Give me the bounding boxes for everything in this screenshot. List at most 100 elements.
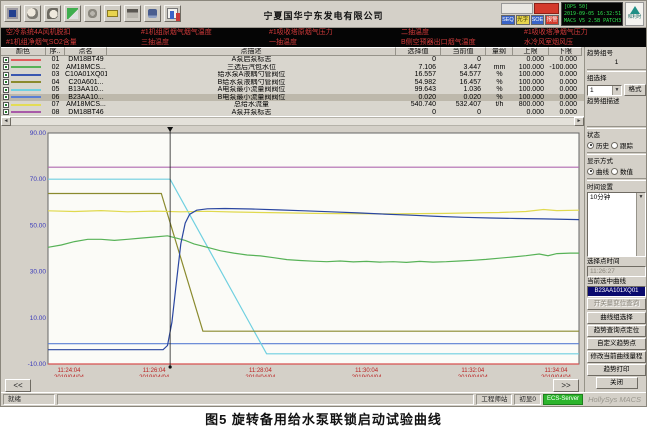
- point-time-label: 选择点时间: [587, 257, 646, 266]
- selected-value: 0: [396, 109, 441, 117]
- status-radio-1[interactable]: 跟踪: [611, 140, 633, 150]
- table-row[interactable]: 08DM18BT46A泵并泵标志000.0000.000: [1, 109, 584, 117]
- column-header[interactable]: 下限: [549, 47, 582, 56]
- column-header[interactable]: 点名: [65, 47, 107, 56]
- x-tick-date: 2019/04/04: [245, 375, 276, 377]
- chevron-down-icon[interactable]: ▼: [612, 86, 621, 95]
- column-header[interactable]: 量纲: [486, 47, 513, 56]
- column-header[interactable]: 选择值: [396, 47, 441, 56]
- curve-color-cell: [1, 57, 46, 63]
- column-header[interactable]: 上限: [513, 47, 549, 56]
- alarm-message[interactable]: #1吸收塔净烟气压力: [524, 28, 646, 38]
- curve-visible-checkbox[interactable]: [3, 94, 9, 100]
- table-row[interactable]: 02AM18MCS...三选后汽包水位7.1063.447mm100.000-1…: [1, 64, 584, 72]
- alarm-message[interactable]: 三抽温度: [141, 38, 269, 48]
- curve-visible-checkbox[interactable]: [3, 102, 9, 108]
- cursor-bottom-marker-icon[interactable]: [169, 365, 172, 368]
- indicator-报警[interactable]: 报警: [545, 15, 559, 25]
- sidebar-action-button[interactable]: 修改当前曲线量程: [587, 351, 646, 363]
- scroll-right-button[interactable]: ►: [574, 117, 584, 126]
- status-radio-group: 历史跟踪: [587, 140, 646, 150]
- alarm-message[interactable]: #1机组净烟气SO2含量: [6, 38, 141, 48]
- status-radio-0[interactable]: 历史: [587, 140, 609, 150]
- column-header[interactable]: 点描述: [107, 47, 396, 56]
- logo-triangle-icon: [630, 6, 640, 14]
- table-row[interactable]: 07AM18MCS...总给水流量540.740532.407t/h800.00…: [1, 101, 584, 109]
- lower-limit: 0.000: [549, 109, 582, 117]
- column-header[interactable]: 当前值: [441, 47, 486, 56]
- figure-page: 宁夏国华宁东发电有限公司 SEQ光字SOE报警 [OPS 50]2019-09-…: [0, 0, 647, 430]
- radio-icon[interactable]: [587, 168, 594, 175]
- trend-chart-svg[interactable]: 90.0070.0050.0030.0010.00-10.0011:24:042…: [19, 127, 582, 377]
- curve-color-swatch: [11, 81, 41, 83]
- x-tick-date: 2019/04/04: [541, 375, 572, 377]
- radio-icon[interactable]: [611, 142, 618, 149]
- table-row[interactable]: 05B13AA10...A电泵最小流量阀阀位99.6431.036%100.00…: [1, 86, 584, 94]
- upper-limit: 800.000: [513, 101, 549, 109]
- selected-value: 540.740: [396, 101, 441, 109]
- table-hscrollbar[interactable]: ◄ ►: [1, 116, 584, 126]
- sidebar-action-button[interactable]: 趋势打印: [587, 364, 646, 376]
- curve-visible-checkbox[interactable]: [3, 79, 9, 85]
- table-row[interactable]: 03C10A01XQ01给水泵A液耦勺管阀位16.55754.577%100.0…: [1, 71, 584, 79]
- curve-visible-checkbox[interactable]: [3, 72, 9, 78]
- digital-change-query-button[interactable]: 开关量变位查询: [587, 298, 646, 310]
- display-radio-1[interactable]: 数值: [611, 166, 633, 176]
- sidebar: 趋势组号 1 组选择 1 ▼ 格式 趋势组描述 状态 历史跟踪 显示方式 曲线数…: [584, 47, 647, 394]
- alarm-message[interactable]: #1机组原烟气烟气温度: [141, 28, 269, 38]
- chevron-down-icon[interactable]: ▼: [636, 193, 645, 256]
- trend-chart[interactable]: 90.0070.0050.0030.0010.00-10.0011:24:042…: [1, 126, 584, 378]
- curve-color-cell: [1, 72, 46, 78]
- curve-visible-checkbox[interactable]: [3, 57, 9, 63]
- column-header[interactable]: 序..: [46, 47, 65, 56]
- close-button[interactable]: 关闭: [596, 377, 638, 389]
- sidebar-action-button[interactable]: 曲线组选择: [587, 312, 646, 324]
- table-row[interactable]: 04C20A601...B给水泵液耦勺管阀位54.98216.457%100.0…: [1, 79, 584, 87]
- indicator-光字[interactable]: 光字: [516, 15, 530, 25]
- scroll-track[interactable]: [11, 117, 574, 126]
- point-description: 给水泵A液耦勺管阀位: [107, 71, 396, 79]
- curve-visible-checkbox[interactable]: [3, 109, 9, 115]
- display-radio-0[interactable]: 曲线: [587, 166, 609, 176]
- current-value: 0: [441, 56, 486, 64]
- page-forward-button[interactable]: >>: [553, 379, 579, 392]
- alarm-banner-indicator[interactable]: [534, 3, 559, 14]
- point-time-input[interactable]: 11:26:27: [587, 266, 646, 277]
- alarm-message[interactable]: 空冷系统4A风机脱扣: [6, 28, 141, 38]
- indicator-SEQ[interactable]: SEQ: [501, 15, 515, 25]
- x-tick-time: 11:26:04: [143, 368, 167, 374]
- group-select-dropdown[interactable]: 1 ▼: [587, 85, 622, 96]
- ready-status: 就绪: [3, 394, 55, 405]
- x-tick-time: 11:32:04: [461, 368, 485, 374]
- point-description: B电泵最小流量阀阀位: [107, 94, 396, 102]
- alarm-message[interactable]: B侧空预器出口烟气温度: [401, 38, 524, 48]
- y-tick-label: 50.00: [30, 222, 47, 229]
- indicator-buttons: SEQ光字SOE报警: [501, 15, 559, 25]
- y-tick-label: 10.00: [30, 315, 47, 322]
- scroll-left-button[interactable]: ◄: [1, 117, 11, 126]
- table-row[interactable]: 06B23AA10...B电泵最小流量阀阀位0.0200.020%100.000…: [1, 94, 584, 102]
- alarm-message[interactable]: 水冷风室烟风压: [524, 38, 646, 48]
- current-curve-label: 当前选中曲线: [587, 277, 646, 286]
- sidebar-action-button[interactable]: 自定义趋势点: [587, 338, 646, 350]
- curve-visible-checkbox[interactable]: [3, 87, 9, 93]
- current-curve-value[interactable]: B23AA101XQ01: [587, 286, 646, 297]
- curve-visible-checkbox[interactable]: [3, 64, 9, 70]
- alarm-message[interactable]: #1吸收塔原烟气压力: [269, 28, 401, 38]
- curve-color-swatch: [11, 66, 41, 68]
- alarm-message[interactable]: 一抽温度: [269, 38, 401, 48]
- alarm-message[interactable]: 二抽温度: [401, 28, 524, 38]
- sidebar-action-button[interactable]: 趋势查询点定位: [587, 325, 646, 337]
- point-description: 三选后汽包水位: [107, 64, 396, 72]
- column-header[interactable]: 颜色: [1, 47, 46, 56]
- indicator-SOE[interactable]: SOE: [531, 15, 545, 25]
- cursor-top-marker-icon[interactable]: [167, 127, 173, 132]
- table-row[interactable]: 01DM18BT49A泵启泵标志000.0000.000: [1, 56, 584, 64]
- radio-icon[interactable]: [587, 142, 594, 149]
- format-button[interactable]: 格式: [624, 84, 646, 96]
- page-back-button[interactable]: <<: [5, 379, 31, 392]
- time-range-dropdown[interactable]: 10分钟 ▼: [587, 192, 646, 257]
- radio-icon[interactable]: [611, 168, 618, 175]
- group-desc-label: 趋势组描述: [587, 97, 646, 106]
- current-value: 0.020: [441, 94, 486, 102]
